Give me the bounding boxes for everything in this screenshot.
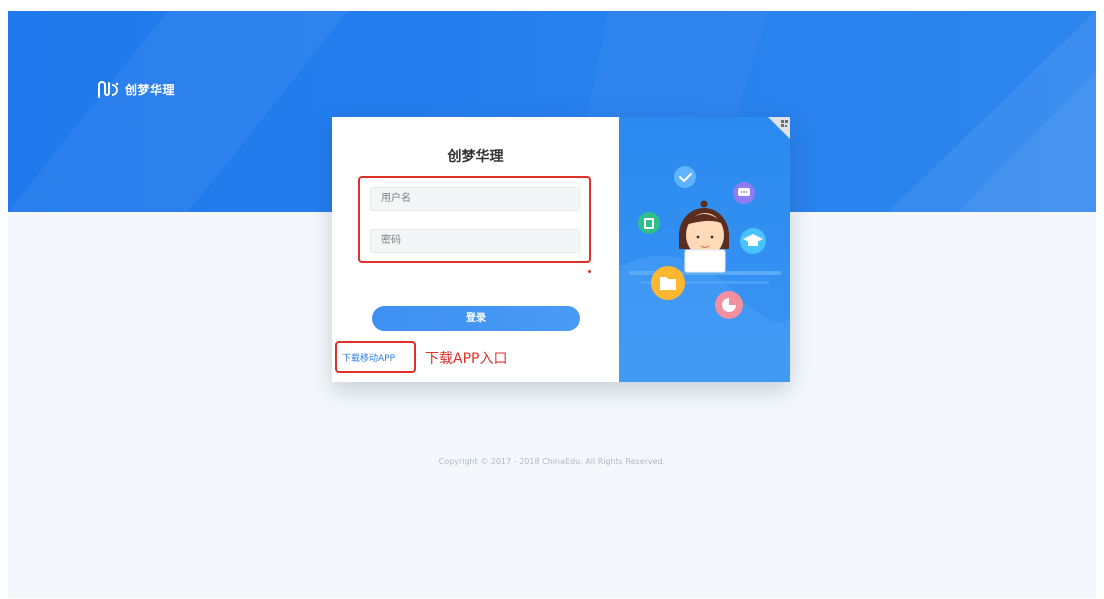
download-app-link[interactable]: 下载移动APP xyxy=(342,351,395,364)
folder-icon xyxy=(651,266,685,300)
footer-copyright: Copyright © 2017 - 2018 ChinaEdu. All Ri… xyxy=(438,457,666,466)
login-card: 创梦华理 用户名 密码 登录 下载移动APP 下载APP入口 xyxy=(332,117,790,382)
chat-icon xyxy=(733,182,755,204)
annotation-dot xyxy=(588,270,591,273)
qr-code-icon[interactable] xyxy=(768,117,790,139)
login-form: 创梦华理 用户名 密码 登录 下载移动APP 下载APP入口 xyxy=(332,117,619,382)
illustration xyxy=(619,166,790,382)
brand-logo-icon xyxy=(98,81,119,98)
login-title: 创梦华理 xyxy=(447,149,504,165)
graduation-cap-icon xyxy=(740,228,766,254)
pie-chart-icon xyxy=(715,291,743,319)
annotation-fields-highlight xyxy=(358,176,591,263)
brand-logo-text: 创梦华理 xyxy=(125,82,176,97)
annotation-label: 下载APP入口 xyxy=(425,351,508,367)
illustration-panel xyxy=(619,117,790,382)
book-icon xyxy=(638,212,660,234)
check-icon xyxy=(674,166,696,188)
person-figure xyxy=(679,200,729,273)
brand-logo[interactable]: 创梦华理 xyxy=(96,79,175,99)
page-frame: 创梦华理 创梦华理 用户名 密码 登录 下载移动APP 下载APP入口 Copy… xyxy=(8,11,1096,598)
login-button[interactable]: 登录 xyxy=(372,306,580,331)
